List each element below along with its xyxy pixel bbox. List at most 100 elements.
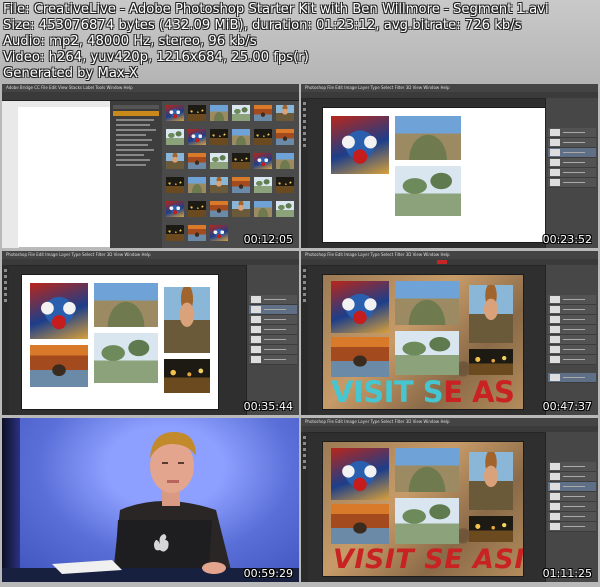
- video-info-line: Video: h264, yuv420p, 1216x684, 25.00 fp…: [3, 50, 309, 65]
- poster-text-red: E AS: [443, 375, 515, 409]
- layers-panel: [545, 98, 598, 248]
- tools-panel: [2, 265, 9, 415]
- thumbnail-3-photoshop[interactable]: Photoshop File Edit Image Layer Type Sel…: [2, 251, 299, 415]
- grid-thumb[interactable]: [210, 153, 228, 169]
- app-menu-text: Photoshop File Edit Image Layer Type Sel…: [6, 252, 151, 257]
- generated-by-line: Generated by Max-X: [3, 66, 138, 81]
- grid-thumb[interactable]: [166, 177, 184, 193]
- grid-thumb[interactable]: [188, 201, 206, 217]
- poster-text-cyan: VISIT S: [331, 375, 444, 409]
- grid-thumb[interactable]: [210, 105, 228, 121]
- grid-thumb[interactable]: [232, 153, 250, 169]
- preview-page: [18, 107, 110, 247]
- grid-thumb[interactable]: [254, 105, 272, 121]
- photo-temple: [395, 281, 459, 325]
- grid-thumb[interactable]: [232, 201, 250, 217]
- document-canvas[interactable]: [22, 275, 218, 409]
- grid-thumb[interactable]: [232, 129, 250, 145]
- photo-night: [164, 359, 210, 393]
- app-menu-text: Adobe Bridge CC File Edit View Stacks La…: [6, 85, 133, 90]
- photo-gate: [331, 337, 389, 377]
- grid-thumb[interactable]: [232, 105, 250, 121]
- tools-panel: [301, 265, 308, 415]
- document-canvas[interactable]: VISIT SE AS: [323, 275, 523, 409]
- layers-panel: [545, 432, 598, 582]
- info-header: File: CreativeLive - Adobe Photoshop Sta…: [0, 0, 600, 84]
- document-canvas[interactable]: [323, 108, 545, 242]
- thumbnail-5-presenter[interactable]: 00:59:29: [2, 418, 299, 582]
- timestamp: 00:35:44: [243, 400, 293, 413]
- size-info-line: Size: 453076874 bytes (432.09 MiB), dura…: [3, 18, 522, 33]
- app-menu-bar: Photoshop File Edit Image Layer Type Sel…: [301, 418, 598, 426]
- grid-thumb[interactable]: [276, 129, 294, 145]
- grid-thumb[interactable]: [166, 153, 184, 169]
- photo-night: [469, 516, 513, 542]
- photo-trees: [395, 331, 459, 375]
- photo-statue: [469, 452, 513, 510]
- grid-thumb[interactable]: [166, 129, 184, 145]
- grid-thumb[interactable]: [188, 225, 206, 241]
- grid-thumb[interactable]: [188, 153, 206, 169]
- file-info-line: File: CreativeLive - Adobe Photoshop Sta…: [3, 2, 549, 17]
- grid-thumb[interactable]: [188, 177, 206, 193]
- timestamp: 00:12:05: [243, 233, 293, 246]
- grid-thumb[interactable]: [166, 201, 184, 217]
- photo-mask: [331, 116, 389, 174]
- grid-thumb[interactable]: [210, 177, 228, 193]
- tools-panel: [301, 432, 308, 582]
- grid-thumb[interactable]: [276, 105, 294, 121]
- grid-thumb[interactable]: [188, 129, 206, 145]
- timestamp: 00:59:29: [243, 567, 293, 580]
- grid-thumb[interactable]: [254, 201, 272, 217]
- bridge-preview-pane: [2, 101, 110, 248]
- thumbnail-1-bridge[interactable]: Adobe Bridge CC File Edit View Stacks La…: [2, 84, 299, 248]
- app-menu-bar: Photoshop File Edit Image Layer Type Sel…: [301, 84, 598, 92]
- tools-panel: [301, 98, 308, 248]
- grid-thumb[interactable]: [166, 105, 184, 121]
- photo-mask: [30, 283, 88, 339]
- bridge-toolbar: [2, 92, 299, 101]
- grid-thumb[interactable]: [254, 153, 272, 169]
- photo-mask: [331, 281, 389, 333]
- photo-trees: [395, 498, 459, 544]
- bridge-content-grid: [162, 101, 299, 248]
- photo-night: [469, 349, 513, 375]
- photo-mask: [331, 448, 389, 500]
- grid-thumb[interactable]: [232, 177, 250, 193]
- photo-trees: [94, 333, 158, 383]
- layers-panel: [246, 265, 299, 415]
- photo-gate: [30, 345, 88, 387]
- grid-thumb[interactable]: [210, 201, 228, 217]
- presenter-scene: [2, 432, 299, 582]
- thumbnail-4-photoshop[interactable]: Photoshop File Edit Image Layer Type Sel…: [301, 251, 598, 415]
- commit-cancel-indicator[interactable]: [437, 260, 447, 264]
- app-menu-text: Photoshop File Edit Image Layer Type Sel…: [305, 85, 450, 90]
- timestamp: 00:47:37: [542, 400, 592, 413]
- photo-temple: [94, 283, 158, 327]
- layers-panel: [545, 265, 598, 415]
- selected-folder[interactable]: [113, 111, 159, 116]
- document-canvas[interactable]: VISIT SE ASIA: [323, 442, 523, 576]
- app-menu-bar: Photoshop File Edit Image Layer Type Sel…: [301, 251, 598, 259]
- audio-info-line: Audio: mp2, 48000 Hz, stereo, 96 kb/s: [3, 34, 257, 49]
- app-menu-text: Photoshop File Edit Image Layer Type Sel…: [305, 252, 450, 257]
- thumbnail-2-photoshop[interactable]: Photoshop File Edit Image Layer Type Sel…: [301, 84, 598, 248]
- grid-thumb[interactable]: [254, 129, 272, 145]
- poster-title: VISIT SE ASIA: [333, 544, 523, 575]
- poster-text-visit: VISIT SE AS: [331, 375, 515, 409]
- grid-thumb[interactable]: [254, 177, 272, 193]
- grid-thumb[interactable]: [166, 225, 184, 241]
- grid-thumb[interactable]: [210, 225, 228, 241]
- photo-temple: [395, 116, 461, 160]
- grid-thumb[interactable]: [276, 153, 294, 169]
- grid-thumb[interactable]: [188, 105, 206, 121]
- photo-temple: [395, 448, 459, 492]
- grid-thumb[interactable]: [276, 201, 294, 217]
- photo-statue: [469, 285, 513, 343]
- timestamp: 01:11:25: [542, 567, 592, 580]
- timestamp: 00:23:52: [542, 233, 592, 246]
- bridge-folders-panel: [110, 101, 162, 248]
- grid-thumb[interactable]: [210, 129, 228, 145]
- grid-thumb[interactable]: [276, 177, 294, 193]
- thumbnail-6-photoshop[interactable]: Photoshop File Edit Image Layer Type Sel…: [301, 418, 598, 582]
